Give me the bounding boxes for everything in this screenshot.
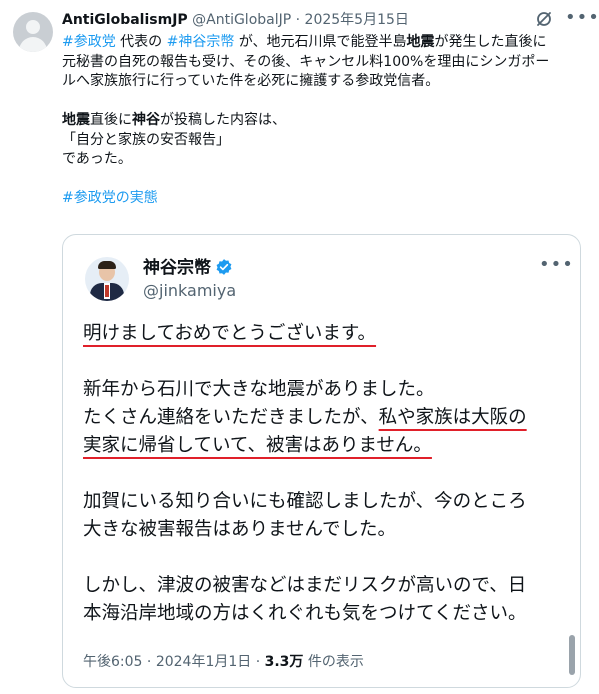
tweet-text-bold: 地震 [406, 34, 435, 50]
embedded-name-text: 神谷宗幣 [143, 258, 211, 278]
tweet-text-segment: が発生した直後に [434, 34, 547, 50]
hashtag-link[interactable]: #参政党の実態 [62, 190, 158, 206]
tweet-header: AntiGlobalismJP @AntiGlobalJP · 2025年5月1… [62, 11, 539, 29]
embedded-line: 本海沿岸地域の方はくれぐれも気をつけてください。 [83, 603, 527, 624]
embedded-views-suffix: 件の表示 [303, 654, 364, 670]
embedded-views: 3.3万 [264, 654, 304, 670]
header-separator: · [291, 12, 305, 28]
embedded-line: たくさん連絡をいただきましたが、 [83, 407, 379, 428]
tweet-date[interactable]: 2025年5月15日 [305, 12, 409, 28]
tweet-text-segment: が投稿した内容は、 [160, 112, 286, 128]
tweet-text-line: 「自分と家族の安否報告」 [62, 131, 230, 148]
underlined-text: 明けましておめでとうございます。 [83, 323, 377, 344]
embedded-scrollbar [569, 635, 575, 675]
tweet-text: #参政党 代表の #神谷宗幣 が、地元石川県で能登半島地震が発生した直後に 元秘… [62, 33, 592, 209]
embedded-sep: · [142, 654, 156, 670]
embedded-date: 2024年1月1日 [155, 654, 252, 670]
embedded-avatar [85, 257, 129, 301]
embedded-footer: 午後6:05 · 2024年1月1日 · 3.3万 件の表示 [83, 653, 364, 671]
hashtag-link[interactable]: #神谷宗幣 [167, 34, 235, 50]
embedded-text: 明けましておめでとうございます。 新年から石川で大きな地震がありました。 たくさ… [83, 320, 563, 628]
embedded-sep: · [251, 654, 265, 670]
underlined-text: 実家に帰省していて、被害はありません。 [83, 435, 432, 456]
embedded-more-icon: ••• [539, 254, 574, 275]
tweet-text-segment: 代表の [115, 34, 167, 50]
hashtag-link[interactable]: #参政党 [62, 34, 116, 50]
embedded-line: しかし、津波の被害などはまだリスクが高いので、日 [83, 575, 527, 596]
underlined-text: 私や家族は大阪の [378, 407, 527, 428]
embedded-author-name: 神谷宗幣 [143, 257, 233, 279]
author-name[interactable]: AntiGlobalismJP [62, 12, 188, 28]
embedded-line: 新年から石川で大きな地震がありました。 [83, 379, 435, 400]
tweet-text-bold: 地震 [62, 112, 90, 128]
embedded-handle: @jinkamiya [143, 281, 237, 300]
embedded-line: 加賀にいる知り合いにも確認しましたが、今のところ [83, 491, 527, 512]
tweet-text-line: 元秘書の自死の報告も受け、その後、キャンセル料100%を理由にシンガポー [62, 53, 550, 70]
author-avatar[interactable] [13, 12, 53, 52]
more-icon[interactable]: ••• [565, 9, 599, 28]
tweet-text-bold: 神谷 [132, 112, 160, 128]
tweet-text-line: ルへ家族旅行に行っていた件を必死に擁護する参政党信者。 [62, 73, 440, 89]
verified-icon [216, 259, 232, 275]
embedded-screenshot[interactable]: 神谷宗幣 @jinkamiya ••• 明けましておめでとうございます。 新年か… [62, 234, 581, 688]
grok-icon[interactable] [535, 10, 553, 28]
tweet-text-segment: が、地元石川県で能登半島 [234, 34, 407, 50]
tweet-text-line: であった。 [62, 151, 132, 167]
embedded-time: 午後6:05 [83, 654, 143, 670]
author-handle[interactable]: @AntiGlobalJP [192, 12, 291, 28]
embedded-line: 大きな被害報告はありませんでした。 [83, 519, 397, 540]
tweet-text-segment: 直後に [90, 112, 132, 128]
